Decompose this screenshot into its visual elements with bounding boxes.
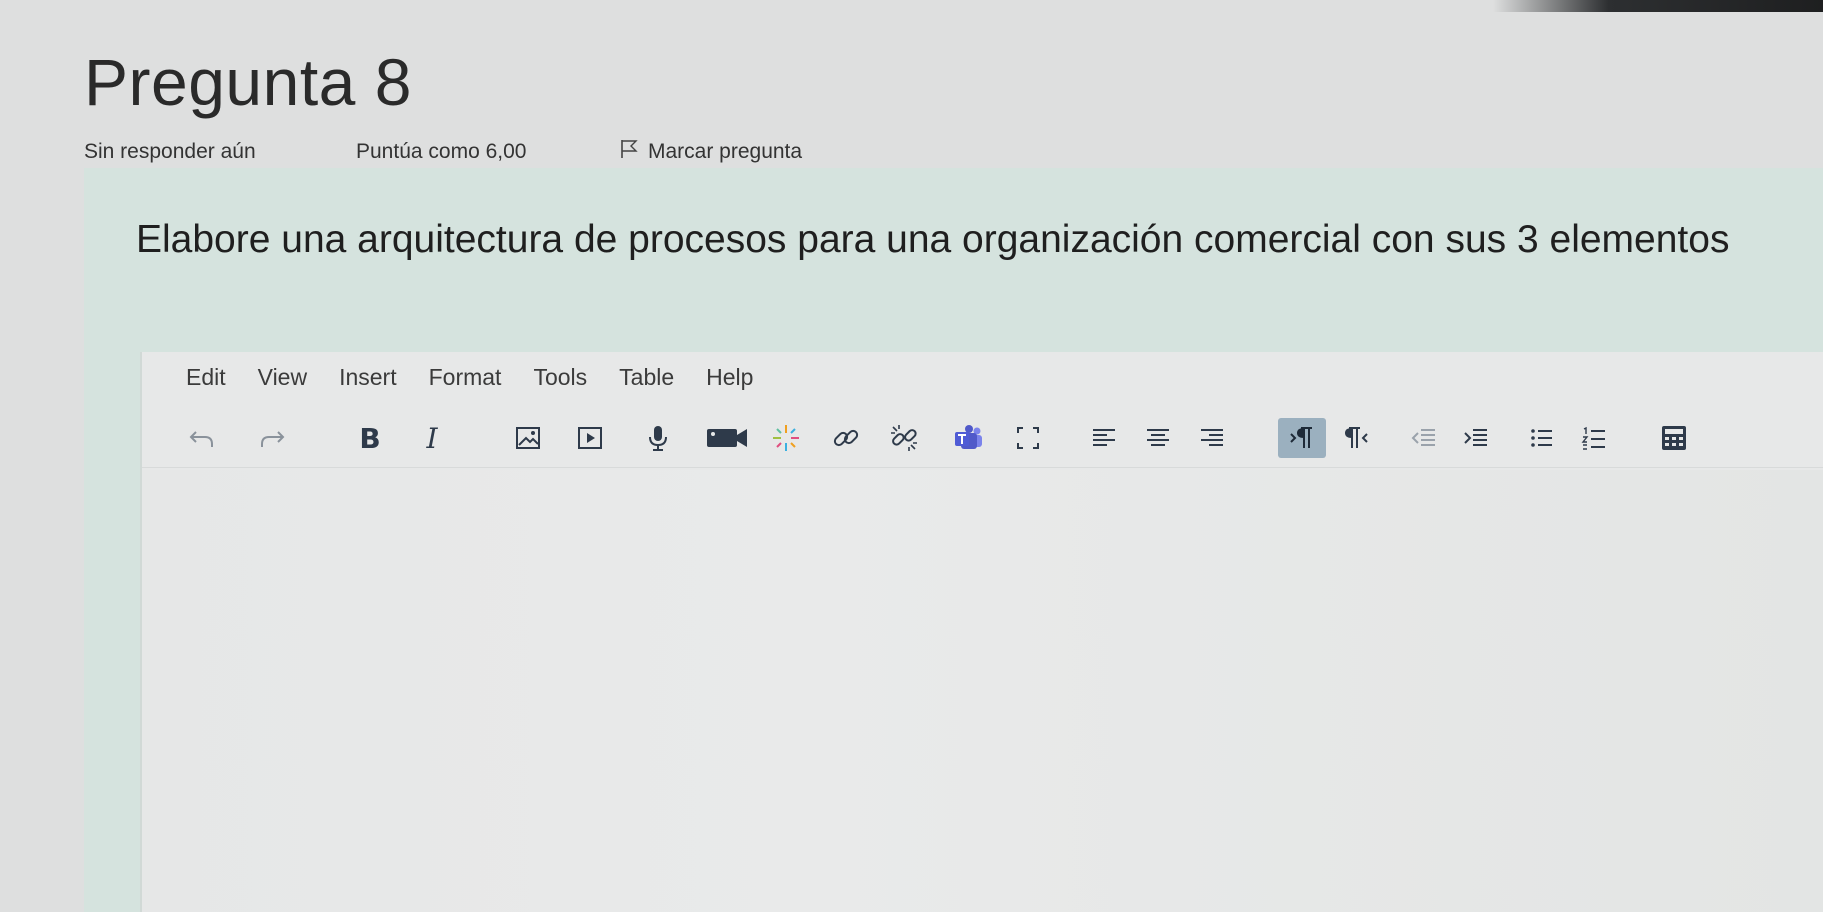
ai-assist-button[interactable] [766,418,806,458]
flag-question-link[interactable]: Marcar pregunta [618,138,802,166]
calculator-icon [1662,426,1686,450]
outdent-icon [1411,429,1435,446]
calculator-button[interactable] [1654,418,1694,458]
indent-button[interactable] [1456,418,1496,458]
menu-table[interactable]: Table [619,364,674,391]
align-right-icon [1201,429,1223,446]
ltr-icon [1290,427,1312,448]
menu-edit[interactable]: Edit [186,364,226,391]
unlink-button[interactable] [884,418,924,458]
question-title: Pregunta 8 [84,45,412,119]
link-icon [833,429,859,447]
rich-text-editor: Edit View Insert Format Tools Table Help… [140,352,1823,912]
align-center-button[interactable] [1138,418,1178,458]
record-video-button[interactable] [702,418,752,458]
microphone-icon [649,426,667,451]
question-text: Elabore una arquitectura de procesos par… [136,218,1730,261]
editor-menubar: Edit View Insert Format Tools Table Help [142,352,1823,402]
teams-icon [955,425,982,449]
video-camera-icon [707,429,747,447]
numbered-list-icon [1581,426,1605,450]
align-right-button[interactable] [1192,418,1232,458]
bullet-list-icon [1531,429,1552,447]
flag-label: Marcar pregunta [648,140,803,163]
bullet-list-button[interactable] [1522,418,1562,458]
menu-help[interactable]: Help [706,364,753,391]
image-icon [516,427,540,449]
undo-icon [189,431,213,447]
menu-view[interactable]: View [258,364,307,391]
media-icon [578,427,602,449]
menu-tools[interactable]: Tools [533,364,587,391]
ltr-button[interactable] [1278,418,1326,458]
score-text: Puntúa como 6,00 [356,140,527,163]
italic-icon: I [426,421,438,455]
link-button[interactable] [826,418,866,458]
rtl-button[interactable] [1336,418,1376,458]
record-audio-button[interactable] [638,418,678,458]
redo-icon [261,431,285,447]
italic-button[interactable]: I [412,418,452,458]
undo-button[interactable] [182,418,222,458]
numbered-list-button[interactable] [1574,418,1614,458]
teams-meeting-button[interactable] [948,418,988,458]
status-text: Sin responder aún [84,140,256,163]
fullscreen-button[interactable] [1008,418,1048,458]
menu-format[interactable]: Format [429,364,502,391]
bold-button[interactable]: B [350,418,390,458]
screen-edge [1493,0,1823,12]
bold-icon: B [359,421,381,455]
spark-icon [773,425,799,451]
align-left-icon [1093,429,1115,446]
question-info: Sin responder aún Puntúa como 6,00 Marca… [84,138,802,166]
editor-toolbar: B I [142,410,1823,468]
media-button[interactable] [570,418,610,458]
unlink-icon [891,425,917,451]
flag-icon [618,138,640,166]
outdent-button[interactable] [1404,418,1444,458]
align-left-button[interactable] [1084,418,1124,458]
rtl-icon [1345,427,1368,448]
fullscreen-icon [1017,427,1039,449]
image-button[interactable] [508,418,548,458]
indent-icon [1464,429,1487,446]
align-center-icon [1147,429,1169,446]
menu-insert[interactable]: Insert [339,364,397,391]
editor-content-area[interactable] [142,470,1823,912]
redo-button[interactable] [252,418,292,458]
